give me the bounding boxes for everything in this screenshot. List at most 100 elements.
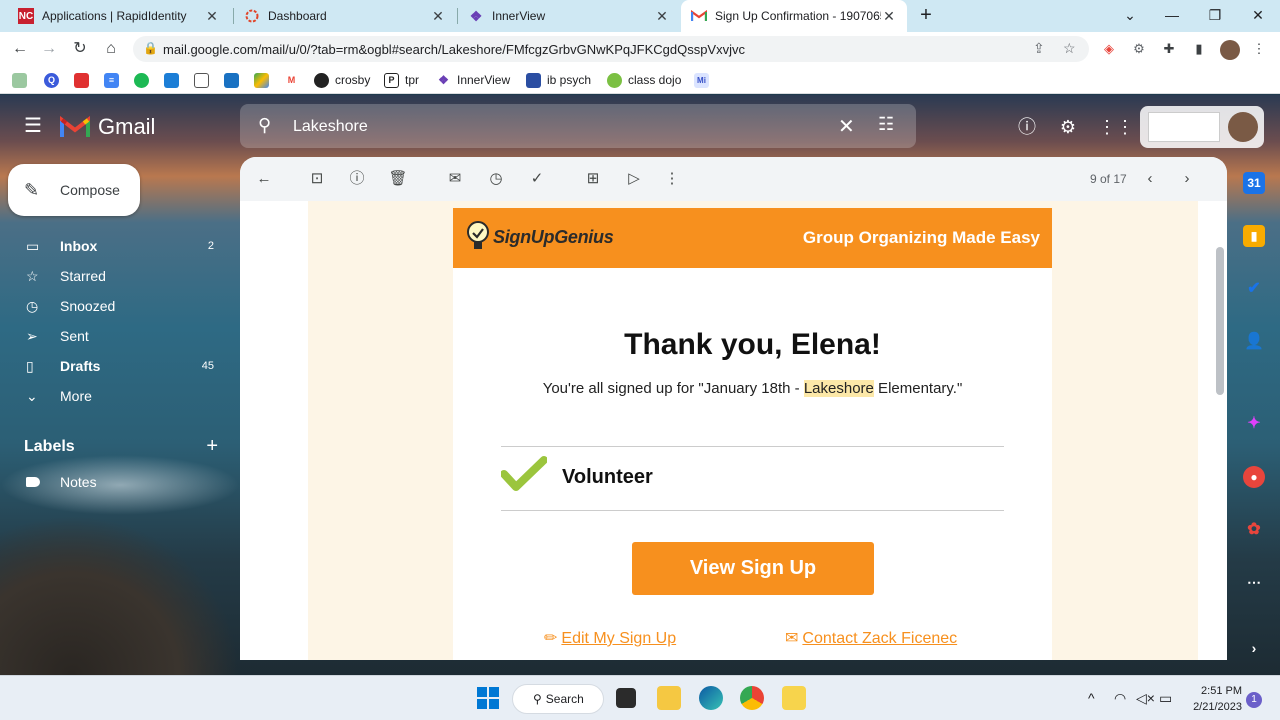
bookmark-item[interactable]: Q (44, 72, 65, 88)
newer-icon[interactable]: ‹ (1140, 169, 1160, 189)
forward-icon[interactable]: → (37, 37, 61, 61)
move-to-icon[interactable]: ⊞ (583, 169, 603, 189)
edit-signup-link[interactable]: ✏ Edit My Sign Up (544, 628, 676, 648)
extensions-puzzle-icon[interactable]: ✚ (1160, 40, 1178, 58)
back-icon[interactable]: ← (8, 37, 32, 61)
addon-icon[interactable]: ✿ (1243, 519, 1265, 541)
bookmark-tpr[interactable]: Ptpr (384, 72, 419, 88)
bookmark-item[interactable]: Mi (694, 72, 715, 88)
tab-innerview[interactable]: ❖ InnerView ✕ (458, 0, 680, 32)
bookmark-star-icon[interactable]: ☆ (1063, 40, 1076, 57)
gmail-logo[interactable]: Gmail (60, 114, 155, 140)
account-switcher[interactable] (1140, 106, 1264, 148)
archive-icon[interactable]: ⊡ (307, 169, 327, 189)
bookmark-crosby[interactable]: crosby (314, 72, 370, 88)
close-tab-icon[interactable]: ✕ (204, 8, 220, 25)
main-menu-icon[interactable]: ☰ (24, 116, 44, 136)
search-input[interactable]: Lakeshore (293, 118, 368, 136)
chrome-menu-icon[interactable]: ⋮ (1250, 40, 1268, 58)
wifi-icon[interactable]: ◠ (1114, 690, 1126, 707)
close-tab-icon[interactable]: ✕ (654, 8, 670, 25)
tab-dashboard[interactable]: Dashboard ✕ (234, 0, 456, 32)
nav-item-starred[interactable]: ☆ Starred (0, 261, 232, 291)
bookmark-item[interactable] (224, 72, 245, 88)
url-text[interactable]: mail.google.com/mail/u/0/?tab=rm&ogbl#se… (163, 42, 745, 57)
new-tab-button[interactable]: + (915, 4, 937, 26)
restore-button[interactable]: ❐ (1195, 0, 1235, 32)
nav-item-more[interactable]: ⌄ More (0, 381, 232, 411)
contact-organizer-link[interactable]: ✉ Contact Zack Ficenec (785, 628, 957, 648)
apps-grid-icon[interactable]: ⋮⋮ (1098, 116, 1134, 138)
bookmark-item[interactable]: ≡ (104, 72, 125, 88)
signupgenius-logo[interactable]: SignUpGenius (465, 220, 614, 254)
account-avatar[interactable] (1228, 112, 1258, 142)
extension-icon[interactable]: ◈ (1100, 40, 1118, 58)
tasks-icon[interactable]: ✔ (1243, 278, 1265, 300)
nav-item-snoozed[interactable]: ◷ Snoozed (0, 291, 232, 321)
bookmark-item[interactable] (74, 72, 95, 88)
bookmark-item[interactable] (164, 72, 185, 88)
addon-icon[interactable]: ✦ (1243, 413, 1265, 435)
add-label-icon[interactable]: + (206, 435, 218, 458)
clear-search-icon[interactable]: ✕ (838, 114, 855, 139)
label-icon[interactable]: ▷ (624, 169, 644, 189)
bookmark-innerview[interactable]: ❖ InnerView (436, 72, 510, 88)
keep-icon[interactable]: ▮ (1243, 225, 1265, 247)
search-options-icon[interactable]: ☷ (878, 114, 894, 135)
bookmark-item[interactable] (254, 72, 275, 88)
reload-icon[interactable]: ↻ (68, 37, 92, 61)
expand-panel-icon[interactable]: › (1243, 637, 1265, 659)
mail-search-bar[interactable]: ⚲ Lakeshore ✕ ☷ (240, 104, 916, 148)
bookmark-item[interactable] (134, 72, 155, 88)
settings-gear-icon[interactable]: ⚙ (1057, 116, 1079, 138)
compose-button[interactable]: ✎ Compose (8, 164, 140, 216)
more-addons-icon[interactable]: ⋯ (1243, 571, 1265, 593)
tray-overflow-icon[interactable]: ^ (1088, 690, 1095, 706)
tab-search-icon[interactable]: ⌄ (1110, 0, 1150, 32)
bookmark-item[interactable]: M (284, 72, 305, 88)
older-icon[interactable]: › (1177, 169, 1197, 189)
report-spam-icon[interactable]: ⓘ (347, 169, 367, 189)
nav-item-sent[interactable]: ➢ Sent (0, 321, 232, 351)
add-task-icon[interactable]: ✓ (527, 169, 547, 189)
extension-icon[interactable]: ⚙ (1130, 40, 1148, 58)
edge-icon[interactable] (699, 686, 723, 710)
notification-badge[interactable]: 1 (1246, 692, 1262, 708)
profile-avatar[interactable] (1220, 40, 1240, 60)
contacts-icon[interactable]: 👤 (1243, 331, 1265, 353)
view-signup-button[interactable]: View Sign Up (632, 542, 874, 595)
mark-unread-icon[interactable]: ✉ (445, 169, 465, 189)
calendar-icon[interactable]: 31 (1243, 172, 1265, 194)
tab-signup-confirmation[interactable]: Sign Up Confirmation - 19070650 ✕ (681, 0, 907, 32)
chrome-icon[interactable] (740, 686, 764, 710)
task-view-icon[interactable] (616, 688, 636, 708)
delete-icon[interactable]: 🗑 (388, 169, 408, 189)
search-icon[interactable]: ⚲ (258, 115, 271, 136)
taskbar-search[interactable]: ⚲ Search (512, 684, 604, 714)
share-icon[interactable]: ⇪ (1033, 40, 1045, 57)
close-tab-icon[interactable]: ✕ (881, 8, 897, 25)
label-notes[interactable]: Notes (26, 474, 97, 490)
address-bar[interactable]: 🔒 mail.google.com/mail/u/0/?tab=rm&ogbl#… (133, 36, 1089, 62)
system-clock[interactable]: 2:51 PM 2/21/2023 (1186, 683, 1242, 715)
side-panel-icon[interactable]: ▮ (1190, 40, 1208, 58)
tab-rapididentity[interactable]: NC Applications | RapidIdentity ✕ (8, 0, 230, 32)
help-icon[interactable]: ⓘ (1016, 116, 1038, 138)
nav-item-inbox[interactable]: ▭ Inbox 2 (0, 231, 232, 261)
minimize-button[interactable]: — (1152, 0, 1192, 32)
bookmark-item[interactable] (194, 72, 215, 88)
nav-item-drafts[interactable]: ▯ Drafts 45 (0, 351, 232, 381)
snooze-icon[interactable]: ◷ (486, 169, 506, 189)
close-tab-icon[interactable]: ✕ (430, 8, 446, 25)
bookmark-class-dojo[interactable]: class dojo (607, 72, 681, 88)
windows-start-icon[interactable] (476, 686, 500, 710)
close-window-button[interactable]: ✕ (1238, 0, 1278, 32)
more-options-icon[interactable]: ⋮ (662, 169, 682, 189)
file-explorer-icon[interactable] (657, 686, 681, 710)
home-icon[interactable]: ⌂ (99, 37, 123, 61)
back-to-list-icon[interactable]: ← (254, 169, 274, 189)
bookmark-item[interactable] (12, 72, 33, 88)
sticky-notes-icon[interactable] (782, 686, 806, 710)
volume-icon[interactable]: ◁× (1136, 690, 1155, 707)
addon-icon[interactable]: ● (1243, 466, 1265, 488)
